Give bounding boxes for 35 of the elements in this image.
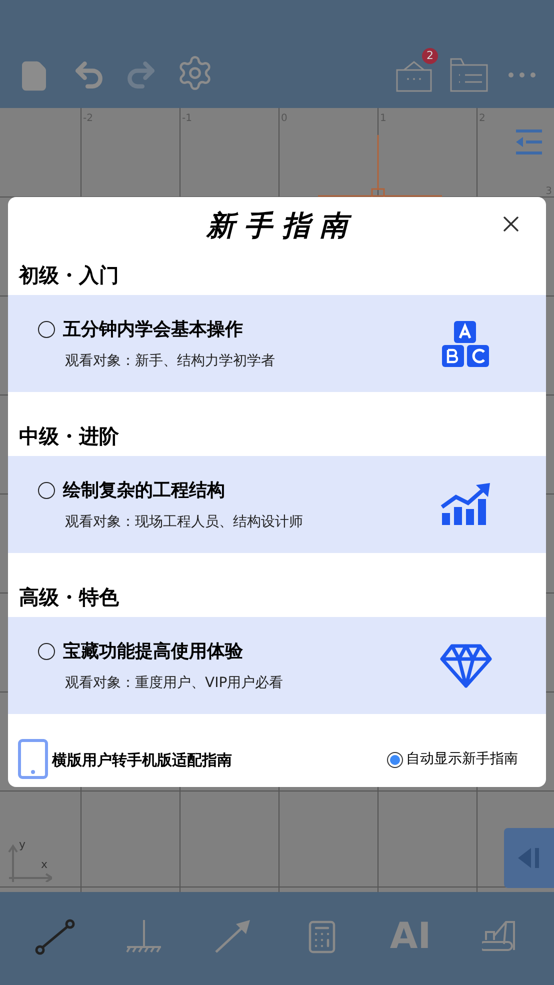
list-collapse-icon[interactable] xyxy=(515,128,543,156)
section-heading: 中级・进阶 xyxy=(18,423,120,450)
notification-badge: 2 xyxy=(422,48,438,64)
radio-button[interactable] xyxy=(38,482,55,498)
beam-tool-icon[interactable] xyxy=(34,919,74,955)
diamond-icon xyxy=(440,642,492,688)
guide-audience: 观看对象：现场工程人员、结构设计师 xyxy=(65,512,304,532)
inbox-icon[interactable] xyxy=(396,58,432,92)
arrow-tool-icon[interactable] xyxy=(214,920,252,954)
radio-button[interactable] xyxy=(38,642,55,660)
folder-list-icon[interactable] xyxy=(450,58,488,92)
abc-blocks-icon xyxy=(440,318,492,368)
guide-title: 五分钟内学会基本操作 xyxy=(63,318,243,342)
guide-audience: 观看对象：重度用户、VIP用户必看 xyxy=(65,674,284,692)
fixed-support-icon[interactable] xyxy=(124,920,162,954)
axis-label: y xyxy=(19,839,26,850)
guide-card[interactable]: 绘制复杂的工程结构 观看对象：现场工程人员、结构设计师 xyxy=(8,456,546,553)
axis-label: x xyxy=(41,859,48,870)
guide-title: 绘制复杂的工程结构 xyxy=(63,478,225,502)
guide-title: 宝藏功能提高使用体验 xyxy=(63,640,243,664)
more-icon[interactable] xyxy=(508,72,536,78)
auto-show-label: 自动显示新手指南 xyxy=(406,750,518,769)
landscape-guide-link[interactable]: 横版用户转手机版适配指南 xyxy=(52,748,232,771)
guide-card[interactable]: 五分钟内学会基本操作 观看对象：新手、结构力学初学者 xyxy=(8,295,546,392)
guide-audience: 观看对象：新手、结构力学初学者 xyxy=(65,352,276,370)
crane-icon[interactable] xyxy=(482,920,518,954)
radio-button[interactable] xyxy=(38,320,55,338)
section-heading: 高级・特色 xyxy=(18,584,120,611)
collapse-panel-button[interactable] xyxy=(504,828,554,888)
section-heading: 初级・入门 xyxy=(18,262,120,289)
tablet-icon xyxy=(18,739,48,779)
guide-card[interactable]: 宝藏功能提高使用体验 观看对象：重度用户、VIP用户必看 xyxy=(8,617,546,714)
auto-show-radio[interactable] xyxy=(387,752,403,768)
rising-chart-icon xyxy=(440,482,492,526)
play-back-icon xyxy=(518,848,540,868)
